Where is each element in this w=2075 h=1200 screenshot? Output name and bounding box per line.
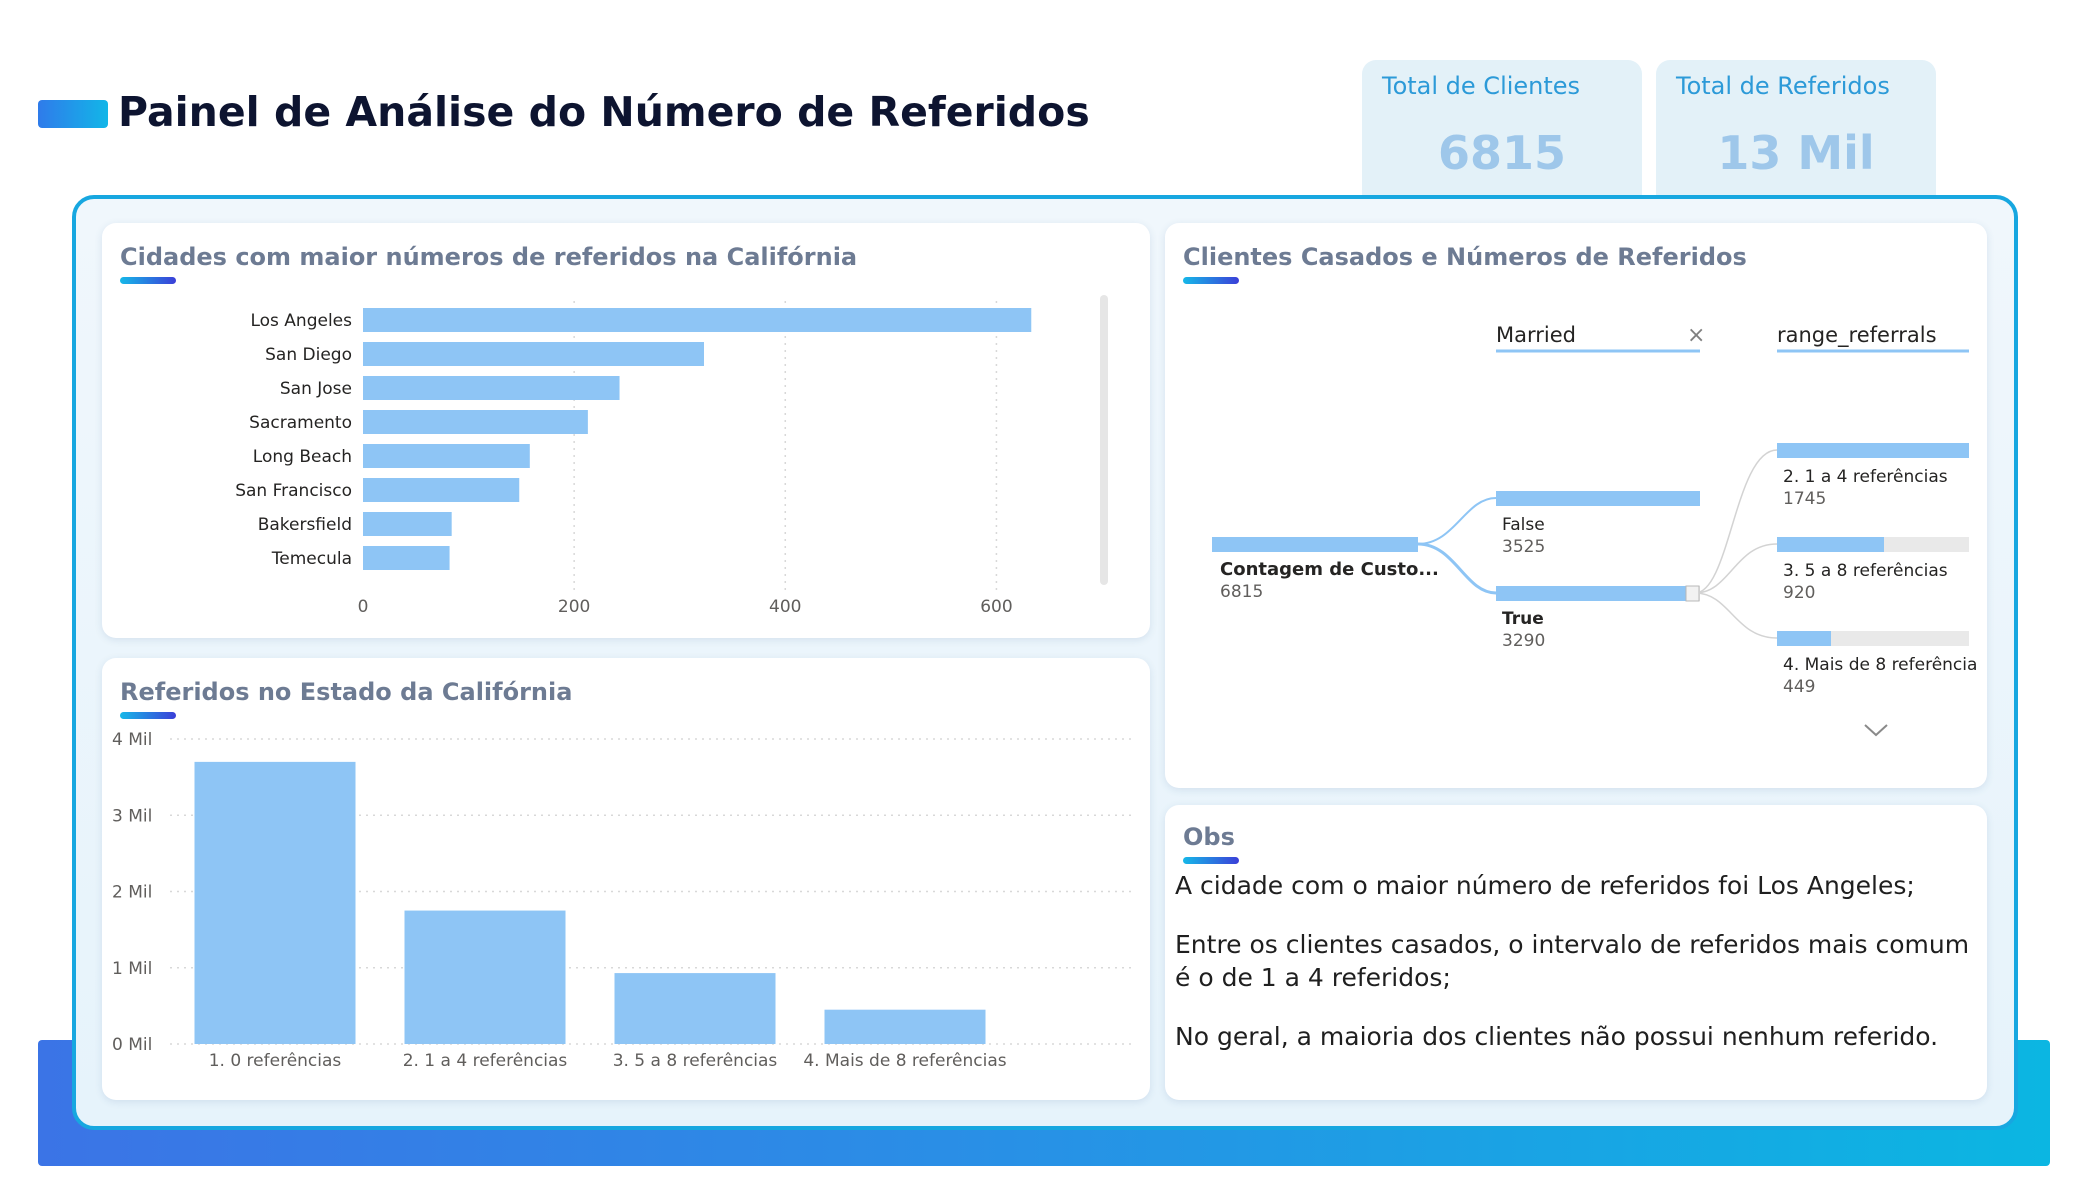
kpi-total-clientes[interactable]: Total de Clientes 6815 xyxy=(1362,60,1642,200)
x-tick-label: 0 xyxy=(358,597,369,617)
kpi-value: 13 Mil xyxy=(1717,126,1875,180)
range-2-value: 920 xyxy=(1783,583,1815,603)
expand-handle[interactable] xyxy=(1685,585,1700,602)
bar[interactable] xyxy=(363,376,620,400)
category-label: Temecula xyxy=(271,549,352,569)
connector-range-1 xyxy=(1694,449,1778,594)
y-tick-label: 1 Mil xyxy=(112,959,152,979)
y-tick-label: 0 Mil xyxy=(112,1035,152,1055)
card-accent xyxy=(1183,857,1239,864)
kpi-value: 6815 xyxy=(1437,126,1567,180)
chevron-down-icon[interactable] xyxy=(1864,724,1888,737)
category-label: San Francisco xyxy=(235,481,352,501)
bar[interactable] xyxy=(363,308,1032,332)
kpi-label: Total de Clientes xyxy=(1382,72,1581,100)
x-tick-label: 2. 1 a 4 referências xyxy=(403,1051,568,1071)
close-icon[interactable]: × xyxy=(1687,323,1705,348)
kpi-total-referidos[interactable]: Total de Referidos 13 Mil xyxy=(1656,60,1936,200)
level2-header[interactable]: range_referrals xyxy=(1777,323,1937,348)
card-title: Obs xyxy=(1183,823,1235,851)
root-node-label: Contagem de Custo... xyxy=(1220,559,1439,580)
title-accent-bar xyxy=(38,100,108,128)
bar[interactable] xyxy=(363,342,704,366)
x-tick-label: 400 xyxy=(769,597,801,617)
cities-bar-chart: 0 200 400 600 Los Angeles San Diego San Jose Sa… xyxy=(235,301,1032,617)
category-label: Los Angeles xyxy=(250,311,352,331)
tree-card[interactable]: Clientes Casados e Números de Referidos … xyxy=(1165,223,1987,788)
obs-line: No geral, a maioria dos clientes não pos… xyxy=(1175,1022,1939,1051)
category-label: San Diego xyxy=(265,345,352,365)
x-tick-label: 600 xyxy=(980,597,1012,617)
connector-range-3 xyxy=(1694,592,1778,639)
married-false-value: 3525 xyxy=(1502,537,1545,557)
bar[interactable] xyxy=(194,761,356,1044)
bar[interactable] xyxy=(363,478,520,502)
y-tick-label: 3 Mil xyxy=(112,806,152,826)
range-1-label: 2. 1 a 4 referências xyxy=(1783,467,1948,487)
range-2-label: 3. 5 a 8 referências xyxy=(1783,561,1948,581)
range-3-label: 4. Mais de 8 referência xyxy=(1783,655,1977,675)
married-true-bar[interactable] xyxy=(1496,586,1686,601)
bar[interactable] xyxy=(404,910,566,1044)
range-2-bar[interactable] xyxy=(1777,537,1884,552)
category-label: Bakersfield xyxy=(258,515,352,535)
bar[interactable] xyxy=(614,973,776,1044)
level1-header[interactable]: Married xyxy=(1496,323,1576,347)
obs-text: A cidade com o maior número de referidos… xyxy=(1175,869,1975,1079)
connector-false xyxy=(1417,497,1497,545)
category-label: San Jose xyxy=(280,379,352,399)
cities-card[interactable]: Cidades com maior números de referidos n… xyxy=(102,223,1150,638)
x-tick-label: 1. 0 referências xyxy=(209,1051,342,1071)
x-tick-label: 4. Mais de 8 referências xyxy=(803,1051,1006,1071)
obs-line: Entre os clientes casados, o intervalo d… xyxy=(1175,930,1970,992)
range-3-bar[interactable] xyxy=(1777,631,1831,646)
y-tick-label: 4 Mil xyxy=(112,730,152,750)
obs-card[interactable]: Obs A cidade com o maior número de refer… xyxy=(1165,805,1987,1100)
root-node-value: 6815 xyxy=(1220,582,1263,602)
state-bar-chart: 0 Mil 1 Mil 2 Mil 3 Mil 4 Mil 1. 0 referência… xyxy=(112,730,1134,1071)
category-label: Sacramento xyxy=(249,413,352,433)
bar[interactable] xyxy=(363,546,450,570)
root-node-bar[interactable] xyxy=(1212,537,1418,552)
married-true-value: 3290 xyxy=(1502,631,1545,651)
bar[interactable] xyxy=(824,1009,986,1044)
married-true-label: True xyxy=(1502,609,1544,629)
x-tick-label: 200 xyxy=(558,597,590,617)
x-tick-label: 3. 5 a 8 referências xyxy=(613,1051,778,1071)
scrollbar[interactable] xyxy=(1100,295,1108,585)
bar[interactable] xyxy=(363,444,530,468)
category-label: Long Beach xyxy=(253,447,352,467)
page-title: Painel de Análise do Número de Referidos xyxy=(118,88,1090,136)
y-tick-label: 2 Mil xyxy=(112,883,152,903)
range-3-value: 449 xyxy=(1783,677,1815,697)
kpi-label: Total de Referidos xyxy=(1676,72,1890,100)
decomposition-tree[interactable]: Married × range_referrals Contagem de Cu… xyxy=(1165,223,1987,788)
range-1-bar[interactable] xyxy=(1777,443,1969,458)
married-false-bar[interactable] xyxy=(1496,491,1700,506)
bar[interactable] xyxy=(363,410,588,434)
range-1-value: 1745 xyxy=(1783,489,1826,509)
married-false-label: False xyxy=(1502,515,1545,535)
obs-line: A cidade com o maior número de referidos… xyxy=(1175,871,1915,900)
state-card[interactable]: Referidos no Estado da Califórnia 0 Mil 1… xyxy=(102,658,1150,1100)
bar[interactable] xyxy=(363,512,452,536)
